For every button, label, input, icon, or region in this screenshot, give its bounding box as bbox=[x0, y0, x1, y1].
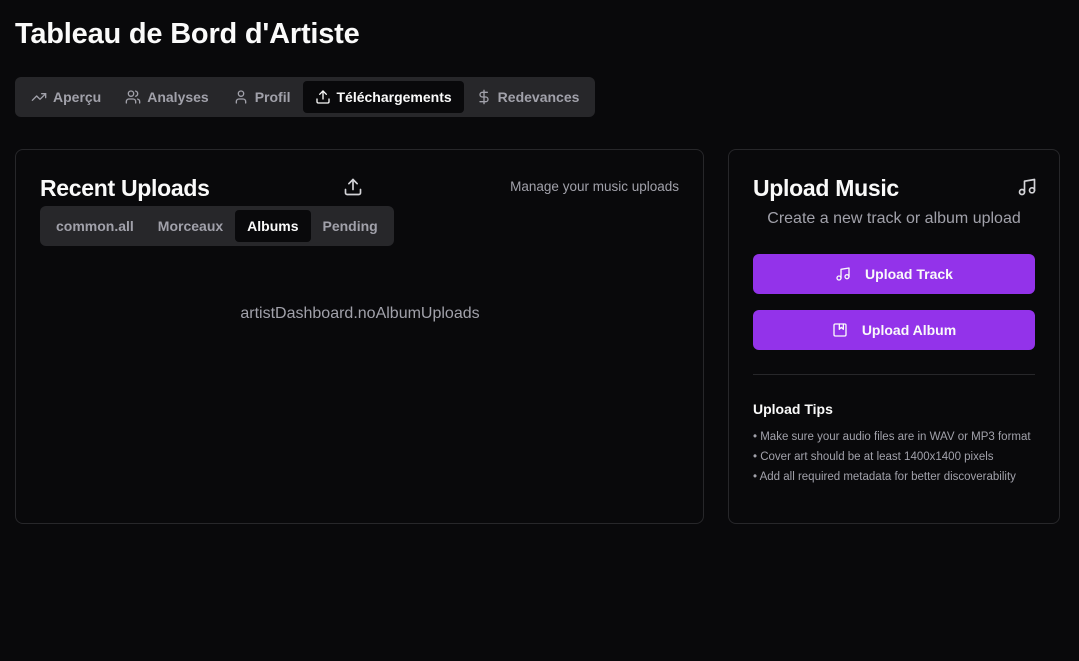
page-title: Tableau de Bord d'Artiste bbox=[15, 18, 360, 50]
tab-redevances[interactable]: Redevances bbox=[464, 81, 592, 113]
upload-music-title: Upload Music bbox=[753, 175, 899, 201]
main-tab-list: Aperçu Analyses Profil Téléchargements R… bbox=[15, 77, 596, 117]
empty-state-message: artistDashboard.noAlbumUploads bbox=[240, 305, 480, 322]
tip-item: • Add all required metadata for better d… bbox=[753, 471, 1016, 483]
upload-icon bbox=[315, 90, 330, 104]
tab-pending[interactable]: Pending bbox=[311, 210, 390, 242]
tab-label: Redevances bbox=[497, 89, 580, 105]
recent-uploads-description: Manage your music uploads bbox=[510, 179, 679, 194]
tip-item: • Cover art should be at least 1400x1400… bbox=[753, 451, 994, 463]
tab-profil[interactable]: Profil bbox=[221, 81, 303, 113]
upload-music-card: Upload Music Create a new track or album… bbox=[728, 149, 1060, 524]
tab-telechargements[interactable]: Téléchargements bbox=[302, 81, 464, 113]
upload-icon[interactable] bbox=[343, 177, 363, 202]
album-icon bbox=[833, 323, 847, 337]
upload-track-button[interactable]: Upload Track bbox=[753, 254, 1035, 294]
music-note-icon bbox=[1017, 177, 1037, 202]
tab-label: Aperçu bbox=[53, 89, 102, 105]
trending-up-icon bbox=[31, 93, 47, 101]
user-icon bbox=[235, 90, 247, 104]
upload-track-label: Upload Track bbox=[865, 266, 953, 282]
tip-item: • Make sure your audio files are in WAV … bbox=[753, 431, 1031, 443]
tab-apercu[interactable]: Aperçu bbox=[19, 81, 113, 113]
upload-album-button[interactable]: Upload Album bbox=[753, 310, 1035, 350]
tab-albums[interactable]: Albums bbox=[235, 210, 311, 242]
recent-uploads-title: Recent Uploads bbox=[40, 175, 210, 201]
upload-tips-list: • Make sure your audio files are in WAV … bbox=[753, 429, 1043, 489]
uploads-filter-tabs: common.all Morceaux Albums Pending bbox=[40, 206, 394, 246]
tab-label: Téléchargements bbox=[336, 89, 452, 105]
tab-label: Profil bbox=[254, 89, 291, 105]
users-icon bbox=[125, 90, 141, 104]
divider bbox=[753, 374, 1035, 375]
tab-morceaux[interactable]: Morceaux bbox=[146, 210, 235, 242]
dollar-icon bbox=[479, 89, 489, 105]
tab-analyses[interactable]: Analyses bbox=[113, 81, 220, 113]
tab-all[interactable]: common.all bbox=[44, 210, 146, 242]
tab-label: Analyses bbox=[147, 89, 209, 105]
recent-uploads-card: Recent Uploads Manage your music uploads… bbox=[15, 149, 704, 524]
music-note-icon bbox=[836, 267, 850, 281]
upload-music-subtitle: Create a new track or album upload bbox=[767, 210, 1021, 227]
upload-tips-title: Upload Tips bbox=[753, 401, 833, 417]
upload-album-label: Upload Album bbox=[861, 322, 957, 338]
